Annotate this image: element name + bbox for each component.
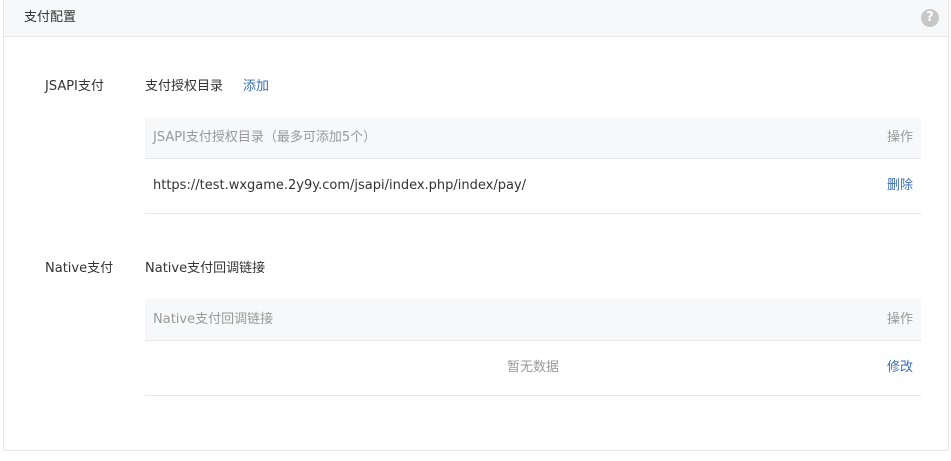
jsapi-auth-dir-table: JSAPI支付授权目录（最多可添加5个） 操作 https://test.wxg… <box>145 117 921 214</box>
column-header-auth-dir: JSAPI支付授权目录（最多可添加5个） <box>153 130 377 145</box>
column-header-action: 操作 <box>886 130 913 145</box>
table-header: Native支付回调链接 操作 <box>145 299 921 341</box>
payment-config-panel: 支付配置 ? JSAPI支付 支付授权目录 添加 JSAPI支付授权目录（最多可… <box>3 0 949 451</box>
edit-link[interactable]: 修改 <box>887 359 913 377</box>
native-callback-table: Native支付回调链接 操作 暂无数据 修改 <box>145 299 921 396</box>
add-auth-dir-link[interactable]: 添加 <box>243 78 269 96</box>
jsapi-section-label: JSAPI支付 <box>45 79 104 94</box>
empty-state-text: 暂无数据 <box>506 360 559 375</box>
column-header-callback-url: Native支付回调链接 <box>153 312 274 327</box>
page-title: 支付配置 <box>24 10 77 25</box>
auth-dir-url: https://test.wxgame.2y9y.com/jsapi/index… <box>153 178 527 193</box>
column-header-action: 操作 <box>886 312 913 327</box>
table-header: JSAPI支付授权目录（最多可添加5个） 操作 <box>145 117 921 159</box>
table-row: 暂无数据 修改 <box>145 341 921 396</box>
native-callback-title: Native支付回调链接 <box>145 261 266 276</box>
delete-link[interactable]: 删除 <box>887 177 913 195</box>
panel-header: 支付配置 ? <box>4 0 948 37</box>
question-circle-icon[interactable]: ? <box>921 9 939 27</box>
native-section-label: Native支付 <box>45 261 114 276</box>
jsapi-auth-dir-title: 支付授权目录 <box>145 79 224 94</box>
table-row: https://test.wxgame.2y9y.com/jsapi/index… <box>145 159 921 214</box>
